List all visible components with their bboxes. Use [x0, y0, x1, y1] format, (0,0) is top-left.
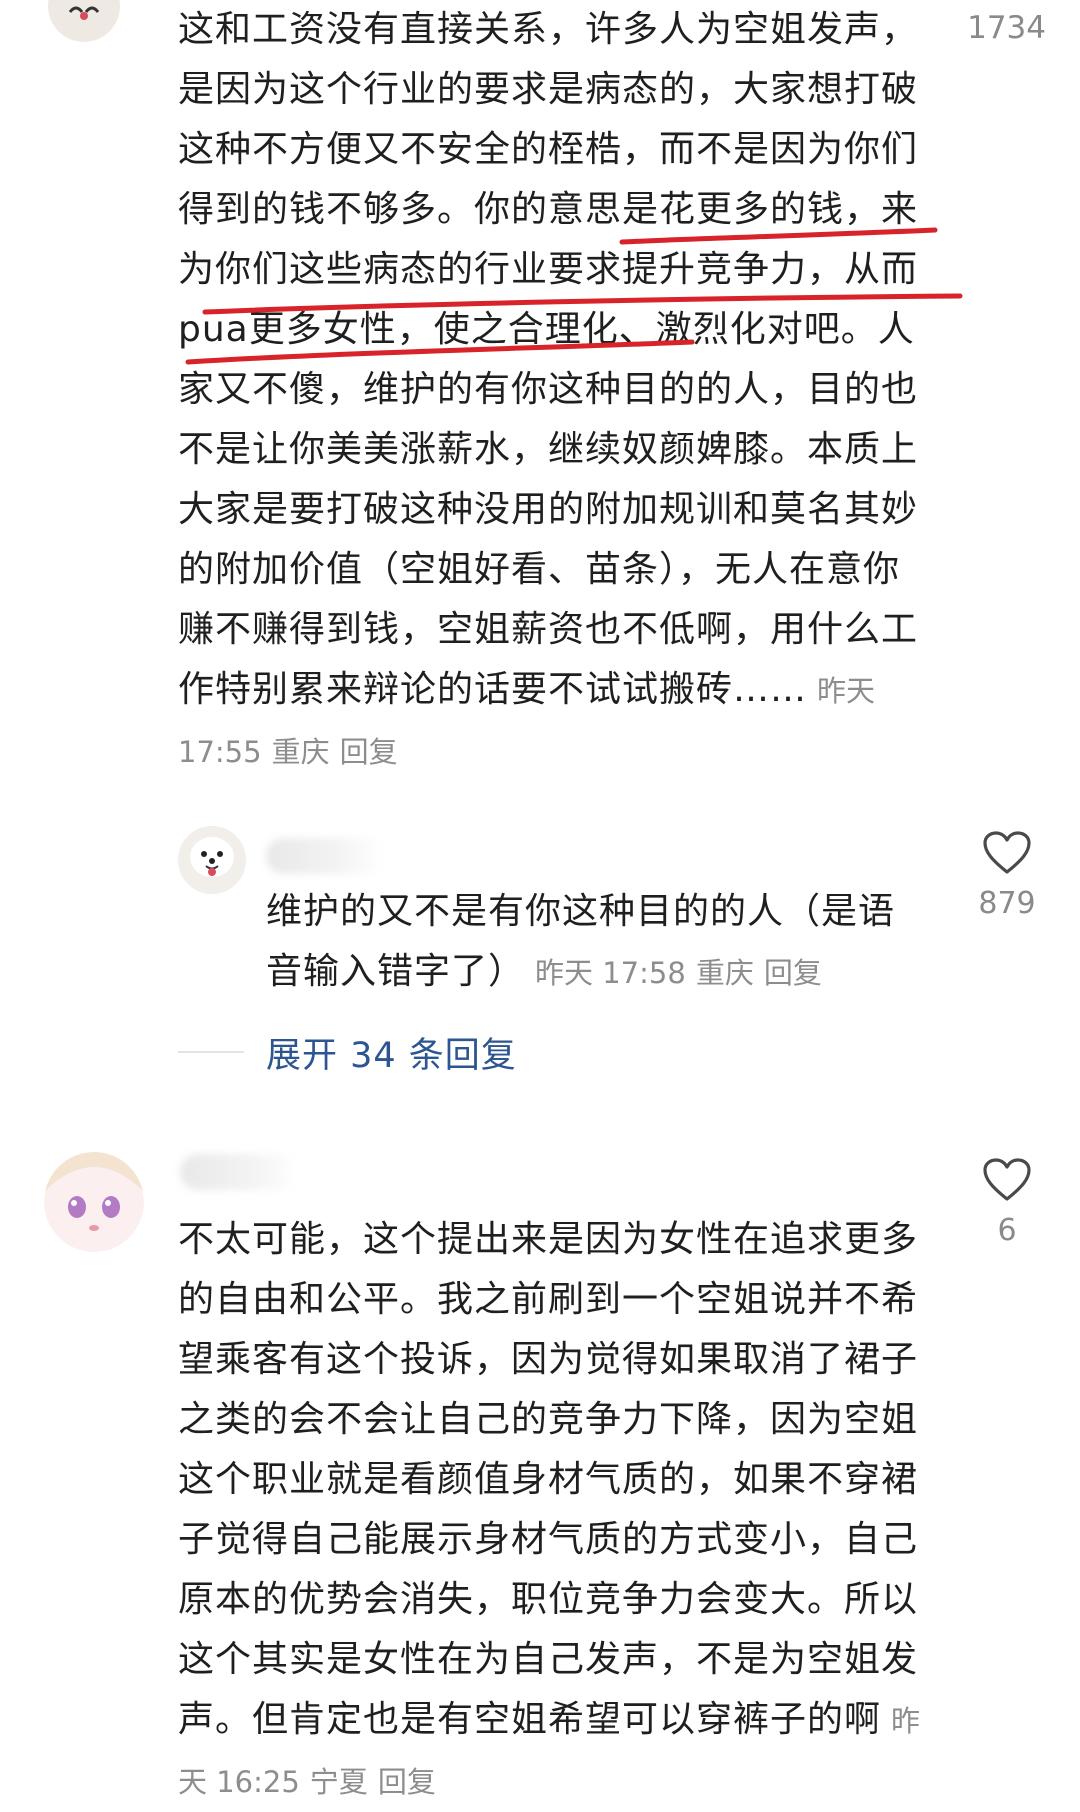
reply-meta: 昨天 17:58 重庆 回复	[535, 956, 822, 990]
like-count: 6	[997, 1213, 1017, 1248]
avatar[interactable]	[44, 1152, 144, 1252]
avatar-dog-image	[48, 0, 120, 42]
comment-location: 重庆	[271, 735, 330, 769]
reply-button[interactable]: 回复	[340, 735, 398, 769]
comment-text: 不太可能，这个提出来是因为女性在追求更多的自由和公平。我之前刷到一个空姐说并不希…	[178, 1210, 923, 1812]
expand-replies[interactable]: 展开 34 条回复	[178, 1024, 517, 1080]
avatar[interactable]	[178, 826, 246, 894]
expand-divider	[178, 1051, 244, 1053]
heart-outline-icon[interactable]	[982, 830, 1032, 876]
avatar-dog-image	[179, 827, 245, 893]
like-button[interactable]: 6	[962, 1157, 1052, 1248]
reply-time: 昨天 17:58	[535, 956, 686, 990]
username[interactable]	[266, 838, 384, 874]
reply-location: 重庆	[695, 956, 754, 990]
reply-button[interactable]: 回复	[764, 956, 822, 990]
heart-outline-icon[interactable]	[982, 1157, 1032, 1203]
comment-location: 宁夏	[309, 1765, 368, 1799]
avatar-anime-image	[44, 1152, 144, 1252]
reply-button[interactable]: 回复	[378, 1765, 436, 1799]
comment-text: 这和工资没有直接关系，许多人为空姐发声，是因为这个行业的要求是病态的，大家想打破…	[178, 0, 923, 782]
expand-replies-button[interactable]: 展开 34 条回复	[266, 1027, 517, 1078]
avatar[interactable]	[48, 0, 120, 42]
comment-body: 不太可能，这个提出来是因为女性在追求更多的自由和公平。我之前刷到一个空姐说并不希…	[178, 1219, 919, 1740]
like-button[interactable]: 879	[962, 830, 1052, 921]
comment-body: 这和工资没有直接关系，许多人为空姐发声，是因为这个行业的要求是病态的，大家想打破…	[178, 9, 919, 710]
like-count: 879	[978, 886, 1036, 921]
like-count: 1734	[967, 10, 1046, 46]
reply-text: 维护的又不是有你这种目的的人（是语音输入错字了） 昨天 17:58 重庆 回复	[266, 882, 916, 1003]
username[interactable]	[180, 1154, 298, 1190]
